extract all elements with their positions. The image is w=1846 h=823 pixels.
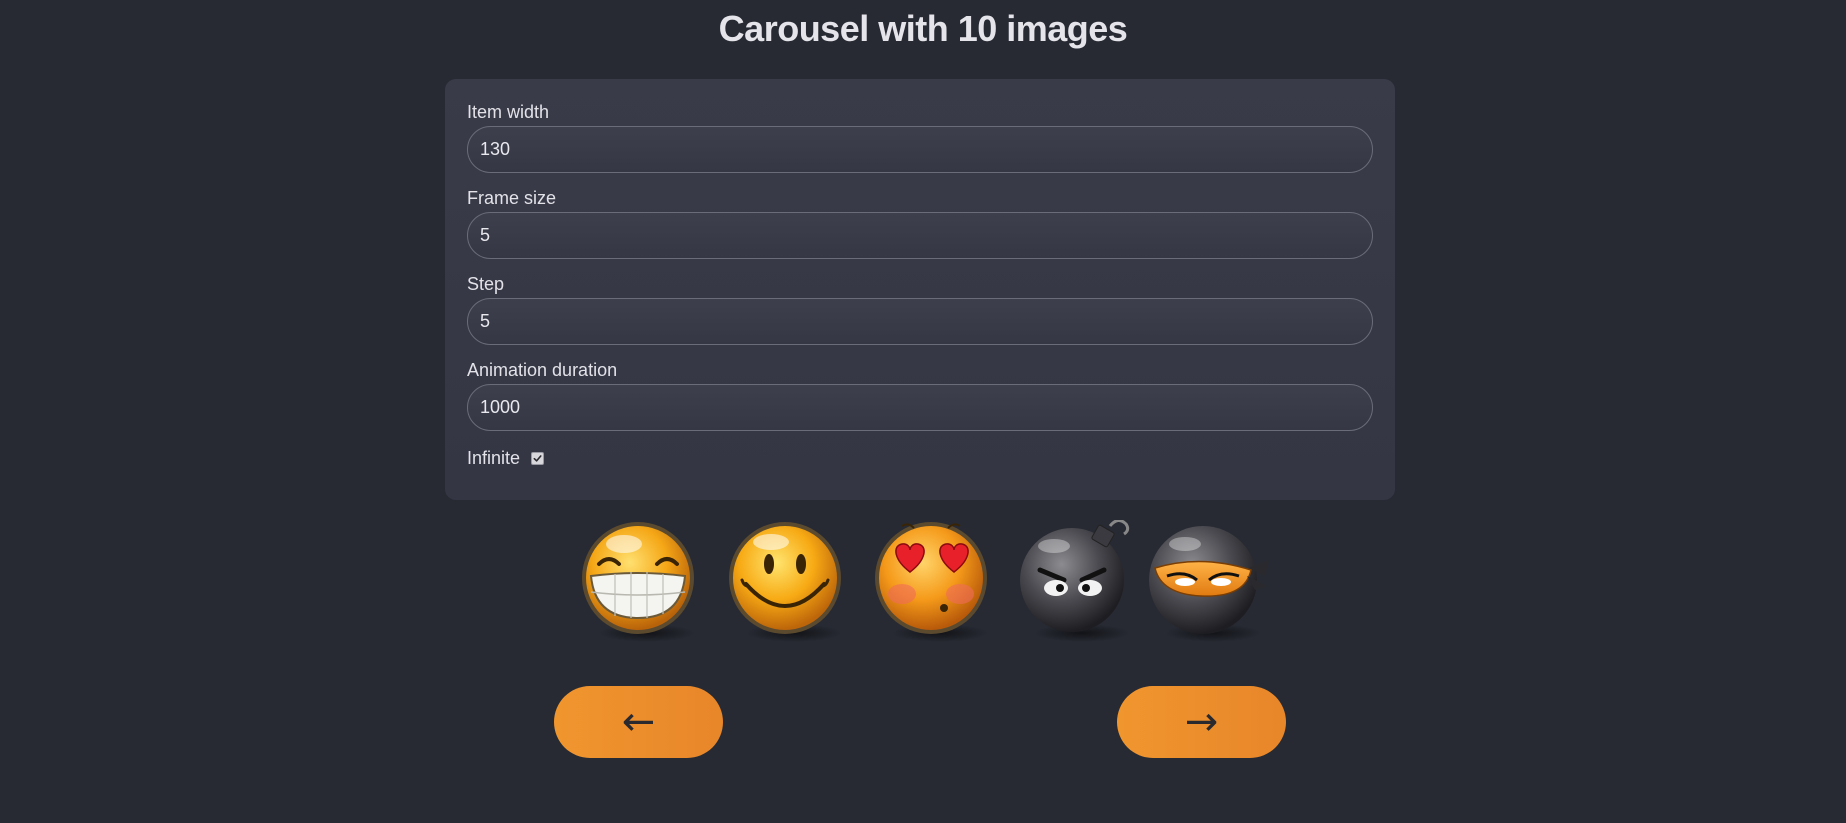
carousel-item-ninja (1141, 520, 1271, 650)
animation-duration-input[interactable] (467, 384, 1373, 431)
ninja-emoji-icon (1149, 526, 1269, 642)
frame-size-input[interactable] (467, 212, 1373, 259)
step-label: Step (467, 274, 505, 294)
settings-panel: Item width Frame size Step Animation dur… (445, 79, 1395, 500)
item-width-label: Item width (467, 102, 550, 122)
carousel-frame (555, 520, 1295, 660)
grin-emoji-icon (582, 522, 695, 642)
carousel-item-angry-bomb (1010, 520, 1140, 650)
carousel-item-grin (569, 520, 699, 650)
carousel-page: Carousel with 10 images Item width Frame… (0, 0, 1846, 823)
carousel-item-smile (716, 520, 846, 650)
carousel-item-heart-eyes (862, 520, 992, 650)
arrow-left-icon: ← (621, 699, 656, 745)
next-button[interactable]: → (1117, 686, 1286, 758)
infinite-row: Infinite (467, 445, 1373, 471)
step-input[interactable] (467, 298, 1373, 345)
frame-size-label: Frame size (467, 188, 557, 208)
infinite-checkbox[interactable] (531, 451, 545, 465)
animation-duration-label: Animation duration (467, 360, 618, 380)
item-width-input[interactable] (467, 126, 1373, 173)
previous-button[interactable]: ← (554, 686, 723, 758)
smile-emoji-icon (729, 522, 842, 642)
angry-bomb-emoji-icon (1020, 520, 1130, 642)
checkmark-icon (533, 454, 542, 462)
page-title: Carousel with 10 images (718, 8, 1128, 49)
infinite-label: Infinite (467, 447, 521, 468)
heart-eyes-emoji-icon (875, 522, 988, 642)
arrow-right-icon: → (1184, 699, 1219, 745)
